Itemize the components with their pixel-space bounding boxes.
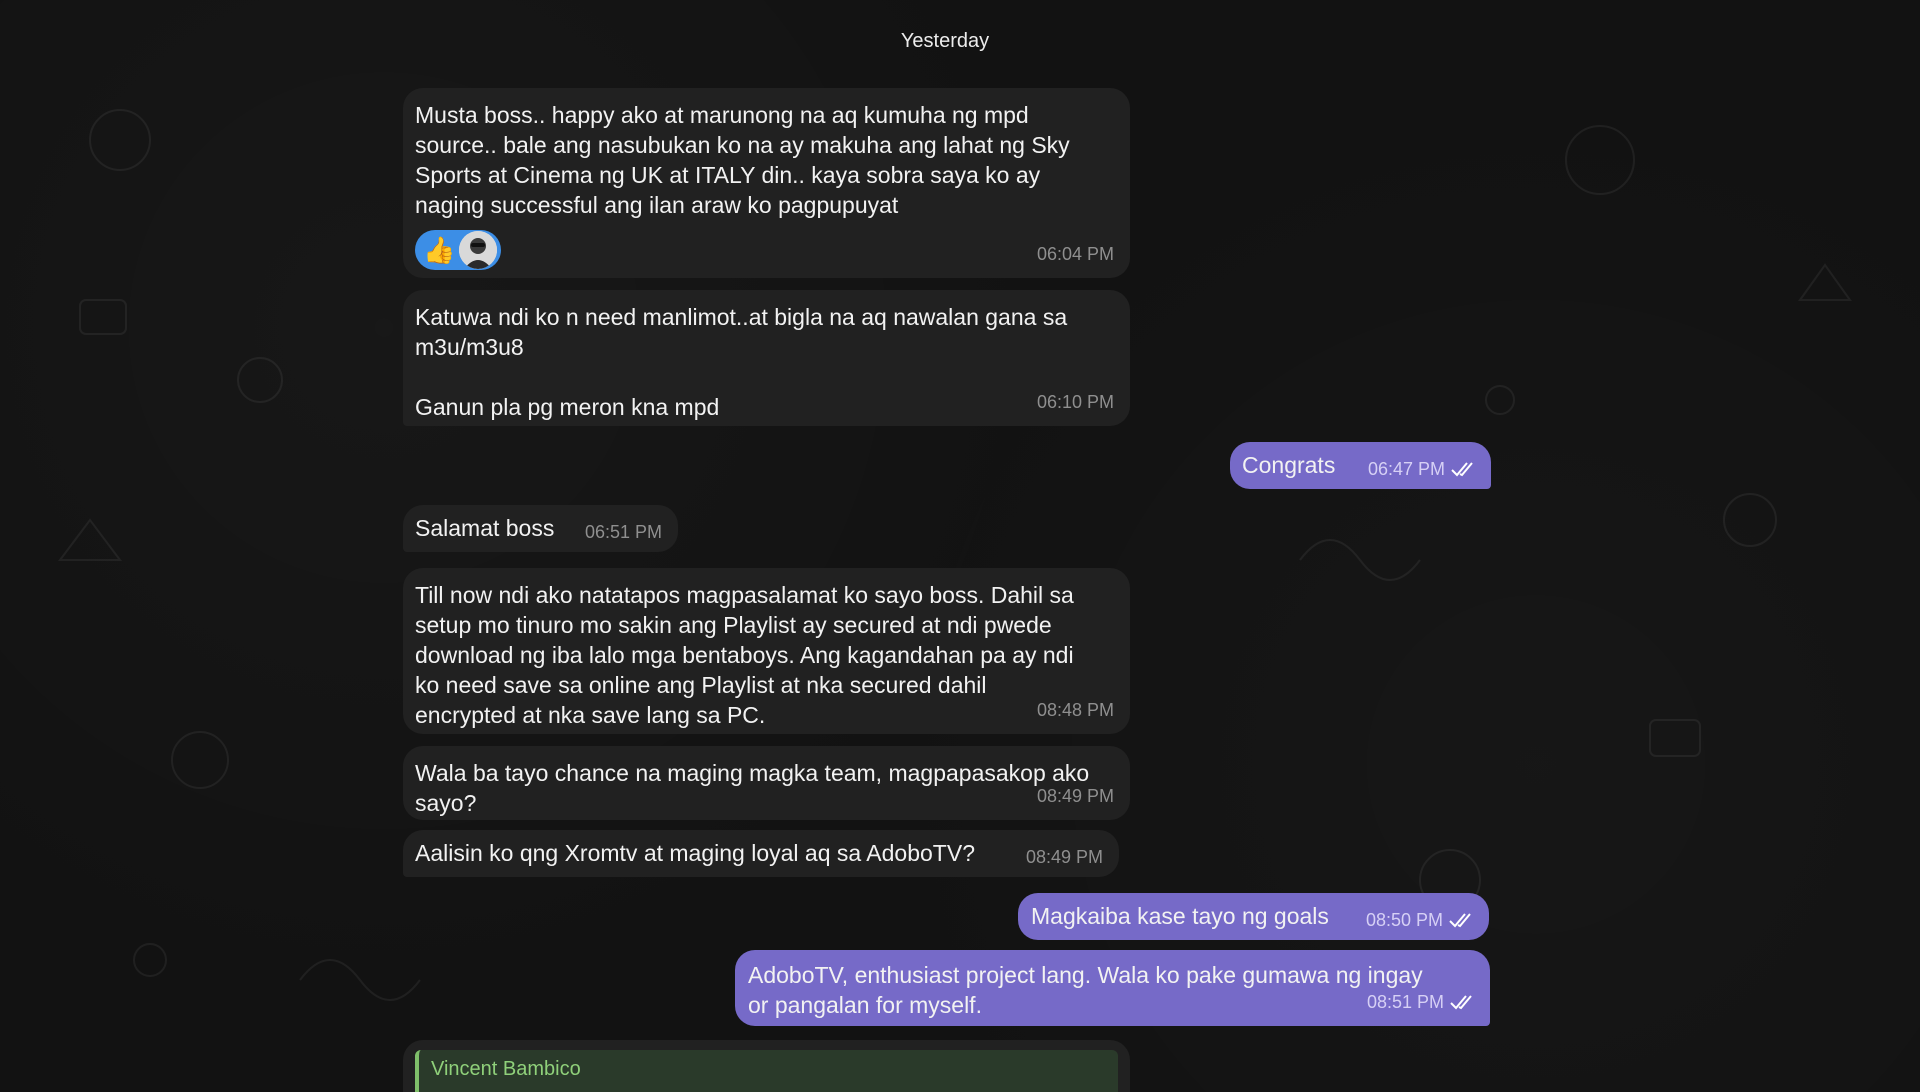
- message-time: 08:49 PM: [1025, 847, 1103, 867]
- message-text: Musta boss.. happy ako at marunong na aq…: [415, 102, 1070, 218]
- message-text: Aalisin ko qng Xromtv at maging loyal aq…: [415, 840, 975, 866]
- message-time: 08:49 PM: [1036, 786, 1114, 806]
- reply-sender-name: Vincent Bambico: [431, 1058, 581, 1080]
- chat-window: Yesterday Musta boss.. happy ako at maru…: [0, 0, 1920, 1092]
- message-time: 08:48 PM: [1036, 700, 1114, 720]
- message-time: 06:47 PM: [1367, 459, 1445, 479]
- message-meta: 08:48 PM: [1037, 695, 1114, 725]
- message-meta: 08:49 PM: [1026, 842, 1103, 872]
- message-incoming[interactable]: Musta boss.. happy ako at marunong na aq…: [403, 88, 1130, 278]
- thumbs-up-reaction-icon: 👍: [423, 235, 456, 265]
- message-time: 06:10 PM: [1036, 392, 1114, 412]
- message-meta: 06:51 PM: [585, 517, 662, 547]
- double-check-icon: [1451, 461, 1477, 477]
- message-time: 08:51 PM: [1366, 992, 1444, 1012]
- double-check-icon: [1449, 912, 1475, 928]
- message-text: Wala ba tayo chance na maging magka team…: [415, 760, 1090, 816]
- message-incoming[interactable]: Aalisin ko qng Xromtv at maging loyal aq…: [403, 830, 1119, 877]
- reply-quote[interactable]: Vincent Bambico: [415, 1050, 1118, 1092]
- message-outgoing[interactable]: Magkaiba kase tayo ng goals 08:50 PM: [1018, 893, 1489, 940]
- message-meta: 06:04 PM: [1037, 239, 1114, 269]
- double-check-icon: [1450, 994, 1476, 1010]
- message-incoming[interactable]: Salamat boss 06:51 PM: [403, 505, 678, 552]
- message-incoming-with-reply[interactable]: Vincent Bambico: [403, 1040, 1130, 1092]
- message-time: 06:51 PM: [584, 522, 662, 542]
- message-incoming[interactable]: Wala ba tayo chance na maging magka team…: [403, 746, 1130, 820]
- message-text: Katuwa ndi ko n need manlimot..at bigla …: [415, 304, 1068, 420]
- message-incoming[interactable]: Till now ndi ako natatapos magpasalamat …: [403, 568, 1130, 734]
- reactor-avatar: [459, 231, 498, 269]
- message-incoming[interactable]: Katuwa ndi ko n need manlimot..at bigla …: [403, 290, 1130, 426]
- message-text: Till now ndi ako natatapos magpasalamat …: [415, 582, 1074, 728]
- message-time: 08:50 PM: [1365, 910, 1443, 930]
- message-meta: 08:51 PM: [1367, 987, 1476, 1017]
- message-outgoing[interactable]: AdoboTV, enthusiast project lang. Wala k…: [735, 950, 1490, 1026]
- message-outgoing[interactable]: Congrats 06:47 PM: [1230, 442, 1491, 489]
- message-meta: 06:47 PM: [1368, 454, 1477, 484]
- message-reactions[interactable]: 👍: [415, 230, 502, 270]
- message-meta: 08:49 PM: [1037, 781, 1114, 811]
- date-separator: Yesterday: [900, 30, 990, 52]
- message-meta: 08:50 PM: [1366, 905, 1475, 935]
- message-time: 06:04 PM: [1036, 244, 1114, 264]
- message-meta: 06:10 PM: [1037, 387, 1114, 417]
